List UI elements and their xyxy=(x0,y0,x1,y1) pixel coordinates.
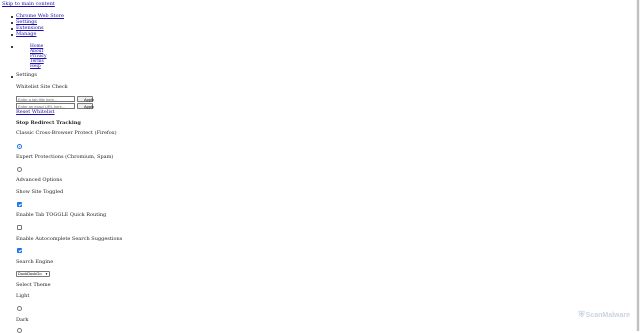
reset-whitelist-link[interactable]: Reset Whitelist xyxy=(16,110,55,115)
show-toggle-heading: Show Site Toggled xyxy=(16,189,64,195)
autocomplete-checkbox[interactable] xyxy=(17,248,22,253)
option-blocker-radio[interactable] xyxy=(17,144,22,149)
option-blocker-label: Classic Cross-Browser Protect (Firefox) xyxy=(16,130,117,136)
scrollbar-thumb[interactable] xyxy=(637,0,639,331)
whitelist-heading: Whitelist Site Check xyxy=(16,84,68,90)
theme-light-label: Light xyxy=(16,293,30,299)
search-engine-heading: Search Engine xyxy=(16,259,54,265)
bullet-icon xyxy=(11,34,13,36)
theme-dark-label: Dark xyxy=(16,317,29,323)
redirect-heading: Stop Redirect Tracking xyxy=(16,120,81,126)
watermark-text: ScanMalware xyxy=(585,312,630,319)
bullet-icon xyxy=(11,46,13,48)
subnav-item-help[interactable]: Help xyxy=(30,64,41,69)
scrollbar[interactable] xyxy=(636,0,640,331)
advanced-heading: Advanced Options xyxy=(16,177,63,183)
apply-url-button[interactable]: Apply xyxy=(77,103,94,109)
nav-item-manage[interactable]: Manage xyxy=(16,32,36,37)
apply-tab-button[interactable]: Apply xyxy=(77,96,94,102)
skip-link[interactable]: Skip to main content xyxy=(2,2,55,7)
theme-light-radio[interactable] xyxy=(17,306,22,311)
bullet-icon xyxy=(11,76,13,78)
watermark: ⛨ScanMalware xyxy=(579,310,630,320)
show-toggle-checkbox[interactable] xyxy=(17,202,22,207)
option-exit-radio[interactable] xyxy=(17,167,22,172)
tab-title-input[interactable] xyxy=(16,96,75,102)
scanmalware-logo-icon: ⛨ xyxy=(578,310,585,319)
enable-toggle-label: Enable Tab TOGGLE Quick Routing xyxy=(16,212,107,218)
chevron-down-icon: ▼ xyxy=(45,272,48,276)
theme-heading: Select Theme xyxy=(16,282,51,288)
search-engine-select[interactable]: DuckDuckGo ▼ xyxy=(16,271,50,277)
settings-label: Settings xyxy=(16,72,37,78)
bullet-icon xyxy=(11,28,13,30)
option-exit-label: Expert Protections (Chromium, Spam) xyxy=(16,154,114,160)
search-engine-value: DuckDuckGo xyxy=(18,271,42,276)
autocomplete-label: Enable Autocomplete Search Suggestions xyxy=(16,236,123,242)
bullet-icon xyxy=(11,22,13,24)
enable-toggle-checkbox[interactable] xyxy=(17,225,22,230)
bullet-icon xyxy=(11,16,13,18)
